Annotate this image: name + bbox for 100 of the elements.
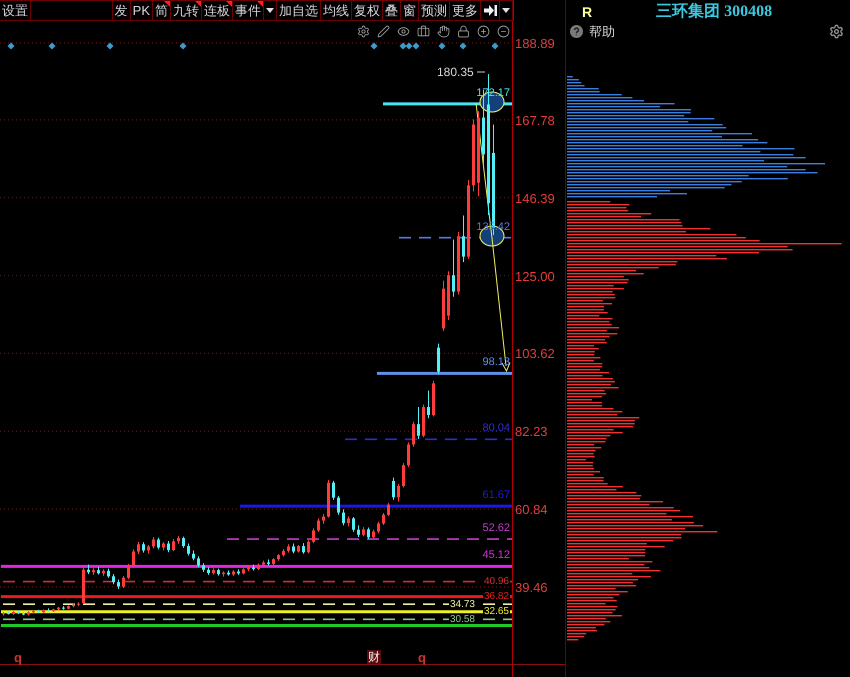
candle xyxy=(267,559,270,566)
diamond-marker[interactable] xyxy=(406,42,412,50)
high-price-label: 180.35 xyxy=(437,66,474,78)
candle xyxy=(372,529,375,539)
candle xyxy=(227,570,230,576)
candle xyxy=(277,554,280,562)
candle xyxy=(432,380,435,417)
zoom-in-icon[interactable] xyxy=(477,25,490,38)
diamond-marker[interactable] xyxy=(180,42,186,50)
candle xyxy=(92,568,95,576)
toolbar-button[interactable]: 复权 xyxy=(352,1,383,20)
diamond-marker[interactable] xyxy=(8,42,14,50)
toolbar-button[interactable]: 发 xyxy=(112,1,131,20)
candle xyxy=(202,562,205,572)
candle xyxy=(292,543,295,554)
lock-icon[interactable] xyxy=(457,25,470,38)
candle xyxy=(327,479,330,518)
candle xyxy=(232,570,235,576)
corner-label: R xyxy=(582,4,592,18)
diamond-marker[interactable] xyxy=(106,42,114,50)
candle xyxy=(142,542,145,554)
candle xyxy=(247,566,250,572)
candle xyxy=(437,343,440,375)
candle xyxy=(402,462,405,488)
candle xyxy=(167,540,170,553)
candle xyxy=(197,556,200,568)
diamond-marker[interactable] xyxy=(460,42,466,50)
diamond-marker[interactable] xyxy=(48,42,56,50)
toolbar-button[interactable]: 事件 xyxy=(233,1,264,20)
candle xyxy=(352,516,355,532)
help-link[interactable]: 帮助 xyxy=(589,25,615,38)
price-label: 188.89 xyxy=(515,36,555,50)
toolbar-button[interactable]: 加自选 xyxy=(277,1,321,20)
candle xyxy=(17,610,20,615)
toolbar-button[interactable]: 叠 xyxy=(383,1,401,20)
caret-icon xyxy=(266,8,274,13)
candle xyxy=(117,579,120,590)
stock-title: 三环集团 300408 xyxy=(656,4,772,20)
candle xyxy=(57,606,60,612)
candle xyxy=(47,608,50,612)
candle xyxy=(172,538,175,552)
diamond-marker[interactable] xyxy=(400,42,406,50)
settings-icon[interactable] xyxy=(829,24,844,39)
zoom-out-icon[interactable] xyxy=(497,25,510,38)
candle xyxy=(107,568,110,578)
diamond-marker[interactable] xyxy=(412,42,420,50)
candle xyxy=(2,611,5,616)
candle xyxy=(287,544,290,554)
candle xyxy=(157,537,160,550)
candle xyxy=(132,548,135,568)
candle xyxy=(447,270,450,320)
briefcase-icon[interactable] xyxy=(417,25,430,38)
candle xyxy=(317,518,320,532)
candle xyxy=(272,558,275,566)
candle xyxy=(77,602,80,607)
help-icon[interactable] xyxy=(570,25,583,38)
collapse-button[interactable] xyxy=(481,1,500,20)
toolbar-button[interactable]: 九转 xyxy=(171,1,202,20)
event-marker[interactable]: q xyxy=(418,651,426,664)
dropdown-button[interactable] xyxy=(500,1,513,20)
level-label: 52.62 xyxy=(482,523,510,534)
candle xyxy=(52,608,55,612)
candle xyxy=(417,406,420,440)
candle xyxy=(382,512,385,526)
eye-icon[interactable] xyxy=(397,25,410,38)
caret-icon xyxy=(502,8,510,13)
toolbar-button[interactable]: 更多 xyxy=(450,1,481,20)
candle xyxy=(67,604,70,610)
candle xyxy=(22,611,25,616)
settings-button[interactable]: 设置 xyxy=(0,1,31,20)
candle xyxy=(257,563,260,571)
toolbar-button[interactable]: PK xyxy=(130,1,153,20)
finance-marker[interactable]: 财 xyxy=(367,650,381,664)
toolbar-button[interactable]: 简 xyxy=(153,1,171,20)
diamond-marker[interactable] xyxy=(492,42,498,50)
candle xyxy=(177,535,180,544)
diamond-marker[interactable] xyxy=(370,42,378,50)
pen-icon[interactable] xyxy=(377,25,390,38)
dropdown-button[interactable] xyxy=(264,1,277,20)
event-marker[interactable]: q xyxy=(14,651,22,664)
diamond-marker[interactable] xyxy=(438,42,446,50)
arrow-to-bar-icon xyxy=(484,5,496,16)
candle xyxy=(42,608,45,614)
toolbar-button[interactable]: 连板 xyxy=(202,1,233,20)
candle xyxy=(412,421,415,448)
hand-icon[interactable] xyxy=(437,25,450,38)
candle xyxy=(252,564,255,571)
level-label: 45.12 xyxy=(482,550,510,562)
price-label: 167.78 xyxy=(515,114,555,127)
candle xyxy=(192,550,195,561)
settings-icon[interactable] xyxy=(357,25,370,38)
toolbar-button[interactable]: 窗 xyxy=(401,1,419,20)
candle xyxy=(122,575,125,588)
level-label: 32.65 xyxy=(482,607,510,616)
candle xyxy=(427,390,430,419)
candle xyxy=(222,570,225,578)
candle xyxy=(187,543,190,556)
toolbar-button[interactable]: 预测 xyxy=(419,1,450,20)
candle xyxy=(152,536,155,549)
toolbar-button[interactable]: 均线 xyxy=(321,1,352,20)
